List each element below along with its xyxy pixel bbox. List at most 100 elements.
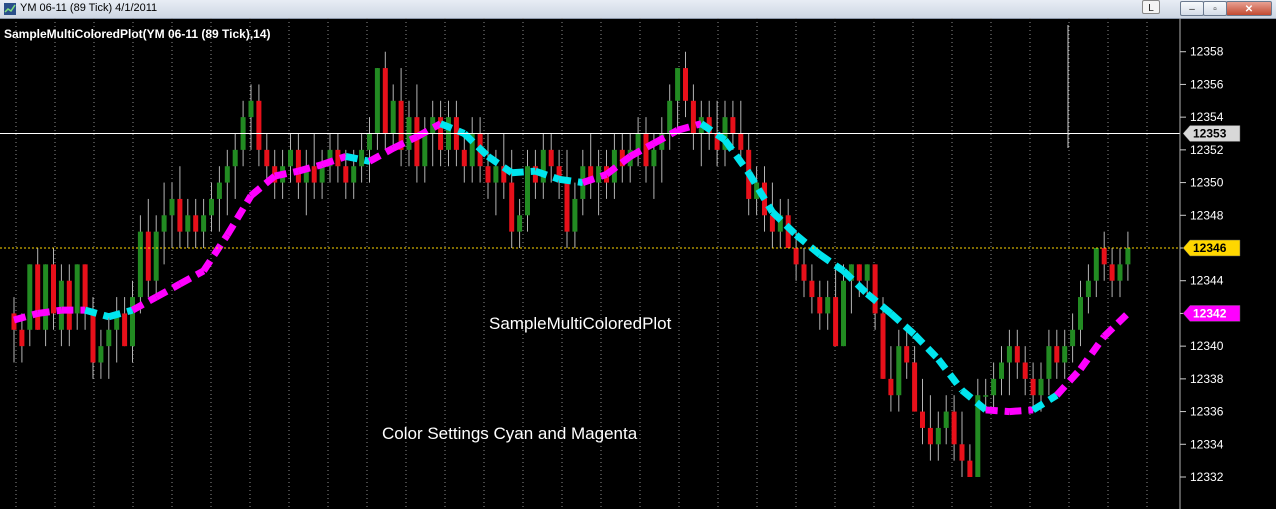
candle-body xyxy=(58,280,64,330)
candle-body xyxy=(904,346,910,363)
candle xyxy=(1030,362,1036,412)
candle xyxy=(690,84,696,150)
candle-body xyxy=(935,427,941,445)
maximize-button[interactable]: ▫ xyxy=(1203,1,1227,16)
candle-body xyxy=(145,231,151,281)
candle xyxy=(209,182,214,232)
price-chart[interactable]: 12332 12334 12336 12338 12340 12342 12344 12346… xyxy=(0,18,1276,509)
candle xyxy=(999,346,1004,396)
candle xyxy=(288,133,293,183)
minimize-button[interactable]: – xyxy=(1180,1,1204,16)
candle-body xyxy=(288,149,293,167)
axis-tick-label: 12354 xyxy=(1190,110,1224,124)
plot-segment xyxy=(486,153,514,176)
candle-body xyxy=(667,100,673,134)
candle xyxy=(161,182,167,265)
plot-segment xyxy=(415,120,443,140)
candle-body xyxy=(82,264,88,314)
candle xyxy=(1054,329,1060,379)
plot-segment xyxy=(769,209,799,238)
candle-body xyxy=(809,280,815,298)
annotation-color-settings: Color Settings Cyan and Magenta xyxy=(382,424,638,443)
candle-body xyxy=(216,182,222,199)
candle xyxy=(74,264,80,330)
candle-body xyxy=(256,100,262,150)
candle xyxy=(548,133,554,183)
candle-body xyxy=(193,215,199,232)
candlestick-bars xyxy=(11,51,1131,477)
plot-segment xyxy=(13,310,39,324)
candle-body xyxy=(999,362,1004,379)
candle xyxy=(374,68,380,150)
candle xyxy=(659,117,665,183)
candle-body xyxy=(1022,362,1028,379)
plot-segment xyxy=(841,268,870,297)
axis-tick-label: 12356 xyxy=(1190,77,1224,91)
plot-segment xyxy=(558,175,584,187)
plot-segment xyxy=(676,120,703,134)
candle-body xyxy=(825,297,831,314)
flag-label: 12342 xyxy=(1193,306,1227,320)
plot-segment xyxy=(345,152,371,165)
candle-body xyxy=(801,264,807,281)
candle xyxy=(888,346,894,412)
candle-body xyxy=(390,100,396,134)
candle xyxy=(82,264,88,330)
plot-segment xyxy=(273,167,300,180)
candle xyxy=(169,182,175,249)
candle xyxy=(920,378,925,445)
candle xyxy=(295,133,301,199)
candle xyxy=(912,346,918,412)
candle-body xyxy=(730,117,736,134)
plot-segment xyxy=(320,153,347,168)
candle xyxy=(927,395,933,461)
candle-body xyxy=(461,149,467,167)
plot-segment xyxy=(888,310,917,338)
candle xyxy=(667,84,673,150)
candle-body xyxy=(943,411,949,428)
candle xyxy=(185,198,191,249)
candle-body xyxy=(643,133,649,167)
candle-body xyxy=(1006,346,1012,363)
candle xyxy=(730,100,736,150)
candle xyxy=(224,149,230,216)
candle-body xyxy=(793,248,799,265)
candle xyxy=(777,198,783,249)
candle-body xyxy=(690,100,696,134)
axis-tick-label: 12348 xyxy=(1190,208,1224,222)
axis-tick-label: 12338 xyxy=(1190,372,1224,386)
candle-body xyxy=(896,346,902,396)
candle xyxy=(848,264,854,314)
candle xyxy=(1117,248,1123,298)
candle xyxy=(114,297,120,363)
candle xyxy=(193,198,199,249)
plot-segment xyxy=(793,232,823,258)
link-button[interactable]: L xyxy=(1142,0,1160,14)
axis-tick-label: 12340 xyxy=(1190,339,1224,353)
candle xyxy=(319,149,325,199)
title-bar[interactable]: YM 06-11 (89 Tick) 4/1/2011 L – ▫ ✕ xyxy=(0,0,1276,19)
candle xyxy=(461,133,467,183)
last-price-flag: 12346 xyxy=(1182,239,1241,257)
candle xyxy=(485,133,491,199)
close-button[interactable]: ✕ xyxy=(1226,1,1272,16)
candle xyxy=(256,84,262,167)
candle-body xyxy=(525,166,530,216)
axis-tick-label: 12334 xyxy=(1190,437,1224,451)
price-axis[interactable]: 12332 12334 12336 12338 12340 12342 12344 12346… xyxy=(1180,45,1224,484)
candle xyxy=(959,411,965,477)
candle-body xyxy=(98,346,104,363)
candle-body xyxy=(153,231,159,281)
candle xyxy=(264,133,270,183)
flag-label: 12346 xyxy=(1193,241,1227,255)
candle-body xyxy=(880,313,886,379)
candle-body xyxy=(572,198,578,232)
plot-segment xyxy=(297,161,324,175)
candle-body xyxy=(548,149,554,167)
candle-body xyxy=(485,166,491,183)
plot-segment xyxy=(1077,334,1108,372)
axis-tick-label: 12332 xyxy=(1190,470,1224,484)
candle-body xyxy=(1062,346,1068,363)
axis-tick-label: 12344 xyxy=(1190,274,1224,288)
plot-segment xyxy=(37,306,62,317)
